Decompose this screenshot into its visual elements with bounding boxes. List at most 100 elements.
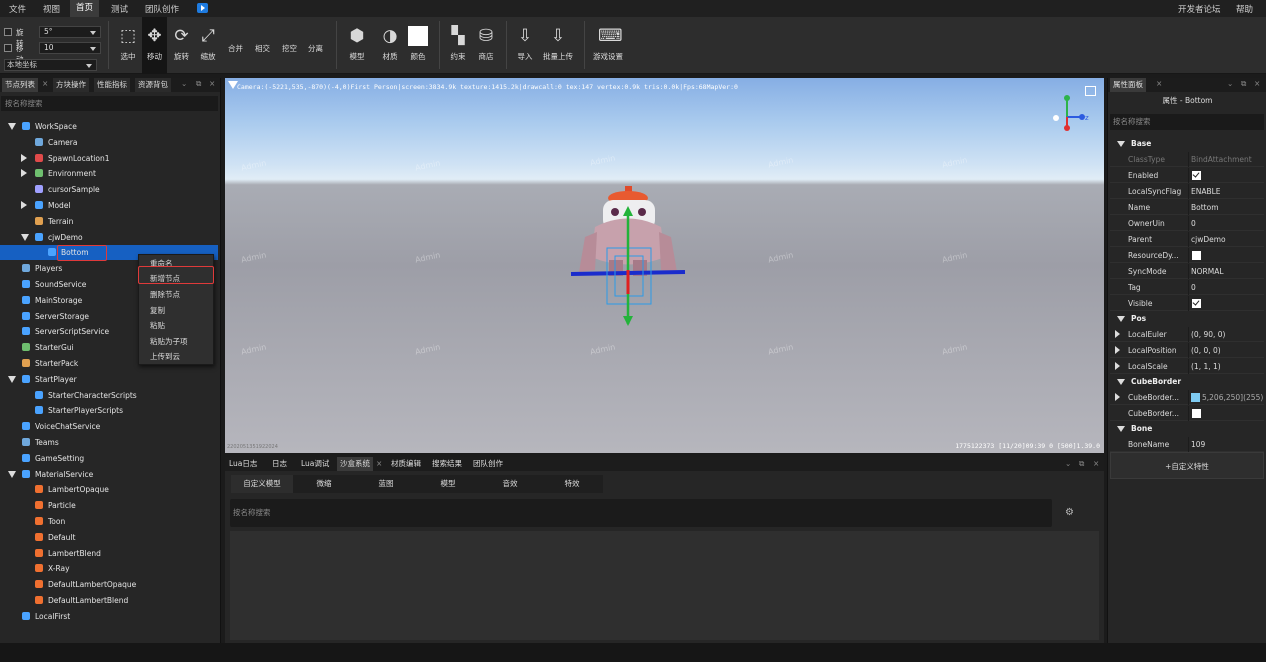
rotate-snap-select[interactable]: 5° <box>39 26 101 38</box>
menu-view[interactable]: 视图 <box>43 3 60 15</box>
tree-node[interactable]: VoiceChatService <box>0 419 218 434</box>
expand-arrow-icon[interactable] <box>8 470 16 478</box>
menu-developer-forum[interactable]: 开发者论坛 <box>1178 3 1221 15</box>
tab-miniature[interactable]: 微缩 <box>293 475 355 493</box>
close-icon[interactable]: × <box>1093 459 1099 468</box>
prop-value[interactable]: 109 <box>1191 437 1205 452</box>
play-video-icon[interactable] <box>197 3 208 13</box>
prop-value[interactable]: ENABLE <box>1191 184 1221 199</box>
tab-search-results[interactable]: 搜索结果 <box>429 457 465 471</box>
move-tool-button[interactable]: ✥ 移动 <box>142 17 167 74</box>
scale-tool-button[interactable]: ⤢ 缩放 <box>196 17 220 74</box>
tree-node[interactable]: WorkSpace <box>0 119 218 134</box>
expand-arrow-icon[interactable] <box>8 375 16 383</box>
chevron-down-icon[interactable]: ⌄ <box>1227 79 1233 88</box>
prop-value[interactable]: (0, 90, 0) <box>1191 327 1225 342</box>
close-tab-icon[interactable]: × <box>1156 79 1162 88</box>
popout-icon[interactable]: ⧉ <box>1079 459 1084 469</box>
tree-node[interactable]: StarterPlayerScripts <box>0 403 218 418</box>
scene-viewport[interactable]: Camera:(-5221,535,-870)(-4,0)First Perso… <box>225 78 1104 453</box>
add-custom-attribute-button[interactable]: +自定义特性 <box>1110 452 1264 479</box>
tab-sound[interactable]: 音效 <box>479 475 541 493</box>
expand-arrow-icon[interactable] <box>8 123 16 130</box>
close-icon[interactable]: × <box>1254 79 1260 88</box>
orientation-gizmo-icon[interactable]: z <box>1042 92 1092 142</box>
tab-custom-model[interactable]: 自定义模型 <box>231 475 293 493</box>
collapsed-arrow-icon[interactable] <box>21 153 27 162</box>
tab-properties[interactable]: 属性面板 <box>1110 78 1146 92</box>
material-button[interactable]: ◑ 材质 <box>378 17 402 74</box>
tree-node[interactable]: StarterCharacterScripts <box>0 388 218 403</box>
tab-performance[interactable]: 性能指标 <box>94 78 130 92</box>
tab-team-create[interactable]: 团队创作 <box>470 457 506 471</box>
menu-help[interactable]: 帮助 <box>1236 3 1253 15</box>
tree-node[interactable]: LambertOpaque <box>0 482 218 497</box>
tab-resource-bag[interactable]: 资源背包 <box>135 78 171 92</box>
hollow-button[interactable]: 挖空 <box>282 43 297 54</box>
ctx-paste-as-child[interactable]: 粘贴为子项 <box>150 336 188 347</box>
section-bone[interactable]: Bone <box>1110 421 1264 436</box>
tree-node[interactable]: Toon <box>0 514 218 529</box>
collapsed-arrow-icon[interactable] <box>1115 362 1120 370</box>
coordinate-space-select[interactable]: 本地坐标 <box>4 59 97 71</box>
batch-upload-button[interactable]: ⇩ 批量上传 <box>540 17 576 74</box>
prop-value[interactable]: (0, 0, 0) <box>1191 343 1221 358</box>
prop-value[interactable]: NORMAL <box>1191 264 1224 279</box>
close-icon[interactable]: × <box>209 79 215 88</box>
tree-node[interactable]: MaterialService <box>0 467 218 482</box>
popout-icon[interactable]: ⧉ <box>1241 79 1246 89</box>
rotate-tool-button[interactable]: ⟳ 旋转 <box>169 17 194 74</box>
menu-file[interactable]: 文件 <box>9 3 26 15</box>
tab-lua-debug[interactable]: Lua调试 <box>298 457 332 471</box>
rotate-snap-checkbox[interactable] <box>4 28 12 36</box>
tree-node[interactable]: X-Ray <box>0 561 218 576</box>
tab-sandbox-system[interactable]: 沙盒系统 <box>337 457 373 471</box>
intersect-button[interactable]: 相交 <box>255 43 270 54</box>
close-tab-icon[interactable]: × <box>42 79 48 88</box>
tab-log[interactable]: 日志 <box>269 457 290 471</box>
tree-node[interactable]: SpawnLocation1 <box>0 151 218 166</box>
select-tool-button[interactable]: ⬚ 选中 <box>115 17 141 74</box>
collapsed-arrow-icon[interactable] <box>21 201 27 209</box>
prop-value[interactable]: 0 <box>1191 216 1196 231</box>
merge-button[interactable]: 合并 <box>228 43 243 54</box>
tab-lua-log[interactable]: Lua日志 <box>226 457 260 471</box>
asset-settings-icon[interactable]: ⚙ <box>1065 507 1074 518</box>
expand-arrow-icon[interactable] <box>21 233 29 241</box>
tab-node-list[interactable]: 节点列表 <box>2 78 38 92</box>
tree-node[interactable]: Environment <box>0 166 218 181</box>
node-search-input[interactable]: 按名称搜索 <box>1 96 218 111</box>
tree-node[interactable]: cursorSample <box>0 182 218 197</box>
tab-blueprint[interactable]: 蓝图 <box>355 475 417 493</box>
tree-node[interactable]: DefaultLambertBlend <box>0 593 218 608</box>
prop-value[interactable]: cjwDemo <box>1191 232 1226 247</box>
section-pos[interactable]: Pos <box>1110 311 1264 326</box>
section-cubeborder[interactable]: CubeBorder <box>1110 374 1264 389</box>
ctx-delete-node[interactable]: 删除节点 <box>150 289 180 300</box>
prop-value[interactable]: Bottom <box>1191 200 1219 215</box>
property-search-input[interactable]: 按名称搜索 <box>1110 114 1264 130</box>
resource-checkbox[interactable] <box>1192 251 1201 260</box>
tree-node[interactable]: Terrain <box>0 214 218 229</box>
enabled-checkbox[interactable] <box>1192 171 1201 180</box>
section-base[interactable]: Base <box>1110 136 1264 151</box>
close-tab-icon[interactable]: × <box>376 459 382 468</box>
tree-node[interactable]: GameSetting <box>0 451 218 466</box>
move-snap-checkbox[interactable] <box>4 44 12 52</box>
tree-node[interactable]: LambertBlend <box>0 546 218 561</box>
robot-character-model[interactable] <box>565 182 715 327</box>
chevron-down-icon[interactable]: ⌄ <box>181 79 187 88</box>
model-button[interactable]: ⬢ 模型 <box>345 17 369 74</box>
prop-value[interactable]: (1, 1, 1) <box>1191 359 1221 374</box>
menu-team-create[interactable]: 团队创作 <box>145 3 179 15</box>
menu-home[interactable]: 首页 <box>70 0 100 17</box>
shop-button[interactable]: ⛁ 商店 <box>474 17 498 74</box>
game-settings-button[interactable]: ⌨ 游戏设置 <box>590 17 626 74</box>
ctx-upload-to-cloud[interactable]: 上传到云 <box>150 351 180 362</box>
tab-effects[interactable]: 特效 <box>541 475 603 493</box>
prop-value[interactable]: 0 <box>1191 280 1196 295</box>
tree-node[interactable]: Particle <box>0 498 218 513</box>
collapsed-arrow-icon[interactable] <box>1115 393 1120 401</box>
tree-node[interactable]: cjwDemo <box>0 230 218 245</box>
tab-block-ops[interactable]: 方块操作 <box>53 78 89 92</box>
